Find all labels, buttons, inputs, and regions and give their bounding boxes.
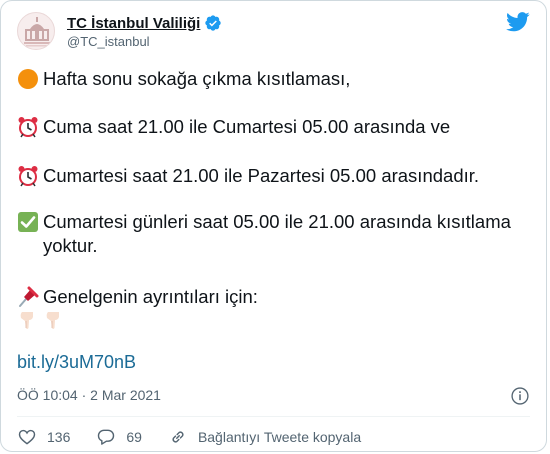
tweet-line: Cuma saat 21.00 ile Cumartesi 05.00 aras…: [17, 115, 450, 139]
author-display-name[interactable]: TC İstanbul Valiliği: [67, 15, 200, 32]
tweet-line: Cumartesi günleri saat 05.00 ile 21.00 a…: [17, 210, 526, 258]
tweet-line: Hafta sonu sokağa çıkma kısıtlaması,: [17, 67, 350, 91]
tweet-link[interactable]: bit.ly/3uM70nB: [17, 350, 136, 374]
check-mark-button-emoji-icon: [18, 212, 38, 232]
author-handle[interactable]: @TC_istanbul: [67, 34, 222, 49]
author-avatar[interactable]: [17, 12, 55, 50]
like-count: 136: [47, 429, 71, 445]
alarm-clock-emoji-icon: [18, 117, 38, 138]
twitter-bird-icon[interactable]: [506, 12, 530, 32]
tweet-text-line: Cuma saat 21.00 ile Cumartesi 05.00 aras…: [43, 116, 451, 137]
tweet-timestamp[interactable]: ÖÖ 10:04 · 2 Mar 2021: [17, 387, 161, 403]
backhand-index-pointing-down-emoji-icon: [20, 312, 33, 329]
reply-bubble-icon: [98, 429, 115, 445]
istanbul-governorship-logo-icon: [24, 17, 50, 47]
orange-circle-emoji-icon: [18, 69, 38, 89]
tweet-line: Genelgenin ayrıntıları için:: [17, 285, 258, 309]
author-name-row: TC İstanbul Valiliği: [67, 13, 222, 33]
tweet-text-line: Hafta sonu sokağa çıkma kısıtlaması,: [43, 68, 351, 89]
alarm-clock-emoji-icon: [18, 166, 38, 187]
tweet-card: TC İstanbul Valiliği @TC_istanbul Hafta …: [0, 0, 547, 452]
reply-button[interactable]: 69: [96, 427, 142, 447]
tweet-text-line: Cumartesi günleri saat 05.00 ile 21.00 a…: [43, 211, 511, 256]
backhand-index-pointing-down-emoji-icon: [46, 312, 59, 329]
tweet-line: [17, 309, 69, 331]
tweet-header: TC İstanbul Valiliği @TC_istanbul: [17, 12, 530, 52]
tweet-line: Cumartesi saat 21.00 ile Pazartesi 05.00…: [17, 164, 479, 188]
like-button[interactable]: 136: [17, 427, 70, 447]
verified-badge-icon: [205, 15, 222, 31]
heart-icon: [18, 429, 36, 445]
reply-count: 69: [126, 429, 142, 445]
author-names: TC İstanbul Valiliği @TC_istanbul: [67, 13, 222, 49]
divider: [17, 416, 530, 417]
pushpin-emoji-icon: [19, 286, 39, 307]
tweet-line: bit.ly/3uM70nB: [17, 350, 136, 374]
link-icon: [172, 431, 184, 443]
copy-link-button[interactable]: Bağlantıyı Tweete kopyala: [168, 427, 361, 447]
tweet-actions: 136 69 Bağlantıyı Tweete kopyala: [17, 427, 387, 447]
info-icon[interactable]: [510, 386, 530, 406]
tweet-text-line: Genelgenin ayrıntıları için:: [43, 286, 258, 307]
tweet-text-line: Cumartesi saat 21.00 ile Pazartesi 05.00…: [43, 165, 480, 186]
copy-link-label: Bağlantıyı Tweete kopyala: [197, 429, 362, 445]
